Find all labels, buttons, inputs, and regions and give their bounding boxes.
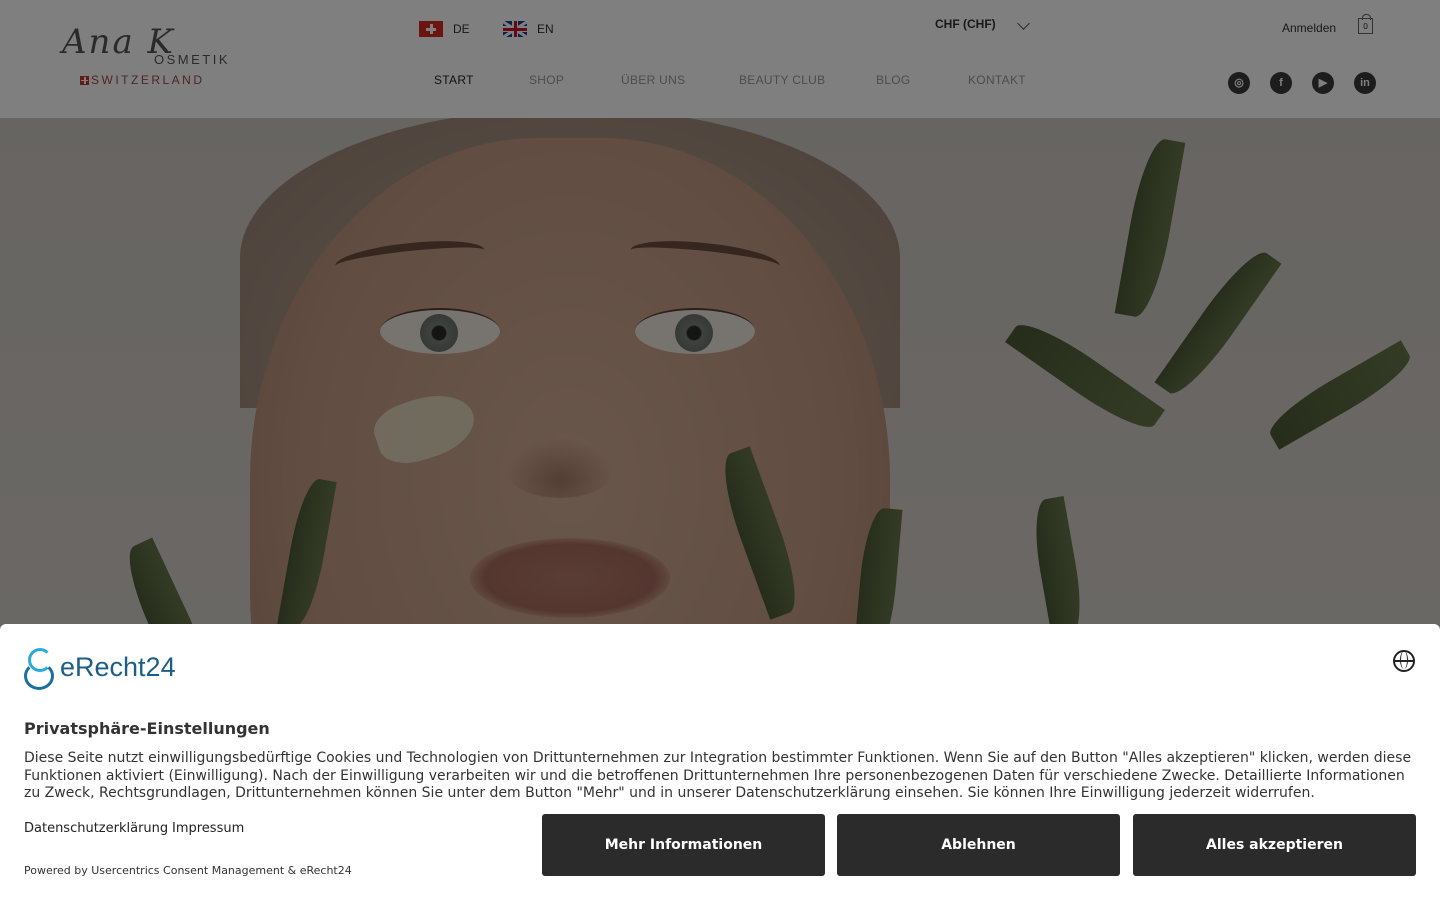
globe-icon[interactable] [1393, 650, 1415, 672]
more-info-button[interactable]: Mehr Informationen [542, 814, 825, 876]
accept-all-button[interactable]: Alles akzeptieren [1133, 814, 1416, 876]
erecht24-logo: eRecht24 [24, 648, 176, 690]
erecht24-brand: eRecht24 [60, 651, 176, 682]
consent-text: Diese Seite nutzt einwilligungsbedürftig… [24, 750, 1412, 801]
privacy-policy-link[interactable]: Datenschutzerklärung [24, 821, 168, 836]
erecht24-mark-icon [24, 648, 58, 690]
consent-title: Privatsphäre-Einstellungen [24, 719, 270, 738]
powered-by: Powered by Usercentrics Consent Manageme… [24, 864, 352, 877]
consent-banner: eRecht24 Privatsphäre-Einstellungen Dies… [0, 624, 1440, 900]
decline-button[interactable]: Ablehnen [837, 814, 1120, 876]
imprint-link[interactable]: Impressum [172, 821, 244, 836]
